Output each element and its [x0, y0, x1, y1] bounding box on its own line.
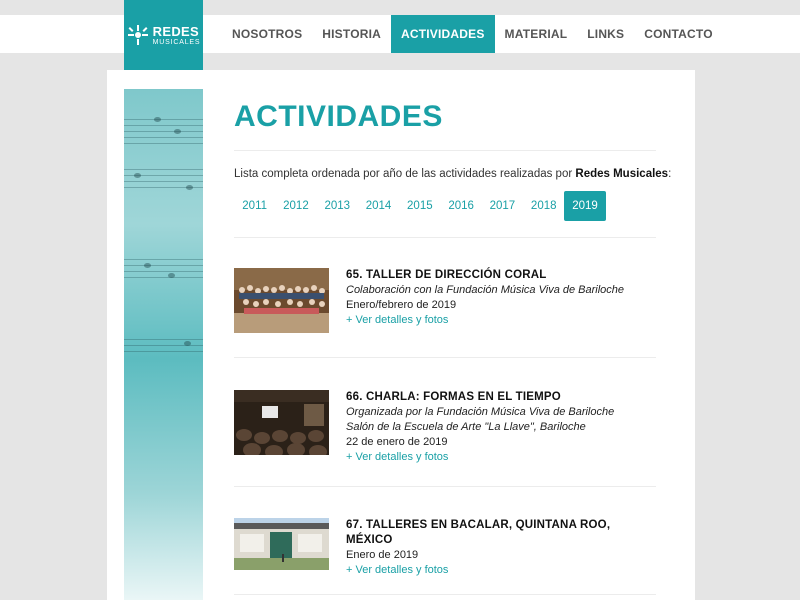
- year-2016[interactable]: 2016: [440, 191, 481, 221]
- intro-prefix: Lista completa ordenada por año de las a…: [234, 168, 576, 180]
- main-nav: NOSOTROS HISTORIA ACTIVIDADES MATERIAL L…: [222, 15, 723, 53]
- activity-date: Enero/febrero de 2019: [346, 299, 457, 311]
- divider: [234, 486, 656, 487]
- details-link[interactable]: + Ver detalles y fotos: [346, 313, 624, 328]
- year-2013[interactable]: 2013: [317, 191, 358, 221]
- activity-location: Salón de la Escuela de Arte "La Llave", …: [346, 421, 586, 433]
- nav-historia[interactable]: HISTORIA: [312, 15, 391, 53]
- content-panel: ACTIVIDADES Lista completa ordenada por …: [107, 70, 695, 600]
- year-2011[interactable]: 2011: [234, 191, 275, 221]
- activity-photo[interactable]: [234, 268, 329, 333]
- star-figure-icon: [127, 24, 149, 46]
- redes-musicales-logo[interactable]: REDES MUSICALES: [124, 0, 203, 70]
- year-2017[interactable]: 2017: [482, 191, 523, 221]
- divider: [234, 357, 656, 358]
- sheet-music-banner: [124, 89, 203, 600]
- details-link[interactable]: + Ver detalles y fotos: [346, 563, 656, 578]
- page-title: ACTIVIDADES: [234, 100, 443, 133]
- year-filter: 2011 2012 2013 2014 2015 2016 2017 2018 …: [234, 191, 606, 221]
- divider: [234, 594, 656, 595]
- intro-brand: Redes Musicales: [575, 168, 669, 180]
- intro-text: Lista completa ordenada por año de las a…: [234, 168, 671, 180]
- year-2018[interactable]: 2018: [523, 191, 564, 221]
- nav-contacto[interactable]: CONTACTO: [634, 15, 723, 53]
- nav-nosotros[interactable]: NOSOTROS: [222, 15, 312, 53]
- year-2014[interactable]: 2014: [358, 191, 399, 221]
- year-2015[interactable]: 2015: [399, 191, 440, 221]
- activity-title: 67. TALLERES EN BACALAR, QUINTANA ROO, M…: [346, 519, 611, 546]
- activity-date: Enero de 2019: [346, 549, 419, 561]
- divider: [234, 237, 656, 238]
- intro-suffix: :: [668, 168, 672, 180]
- activity-date: 22 de enero de 2019: [346, 436, 448, 448]
- activity-title: 65. TALLER DE DIRECCIÓN CORAL: [346, 269, 547, 281]
- year-2019[interactable]: 2019: [564, 191, 606, 221]
- details-link[interactable]: + Ver detalles y fotos: [346, 450, 614, 465]
- activity-subtitle: Organizada por la Fundación Música Viva …: [346, 406, 615, 418]
- nav-links[interactable]: LINKS: [577, 15, 634, 53]
- activity-title: 66. CHARLA: FORMAS EN EL TIEMPO: [346, 391, 561, 403]
- activity-subtitle: Colaboración con la Fundación Música Viv…: [346, 284, 625, 296]
- nav-actividades[interactable]: ACTIVIDADES: [391, 15, 495, 53]
- year-2012[interactable]: 2012: [275, 191, 316, 221]
- nav-material[interactable]: MATERIAL: [495, 15, 578, 53]
- activity-photo[interactable]: [234, 518, 329, 570]
- logo-text-musicales: MUSICALES: [152, 38, 201, 46]
- divider: [234, 150, 656, 151]
- activity-photo[interactable]: [234, 390, 329, 455]
- logo-text-redes: REDES: [152, 23, 199, 39]
